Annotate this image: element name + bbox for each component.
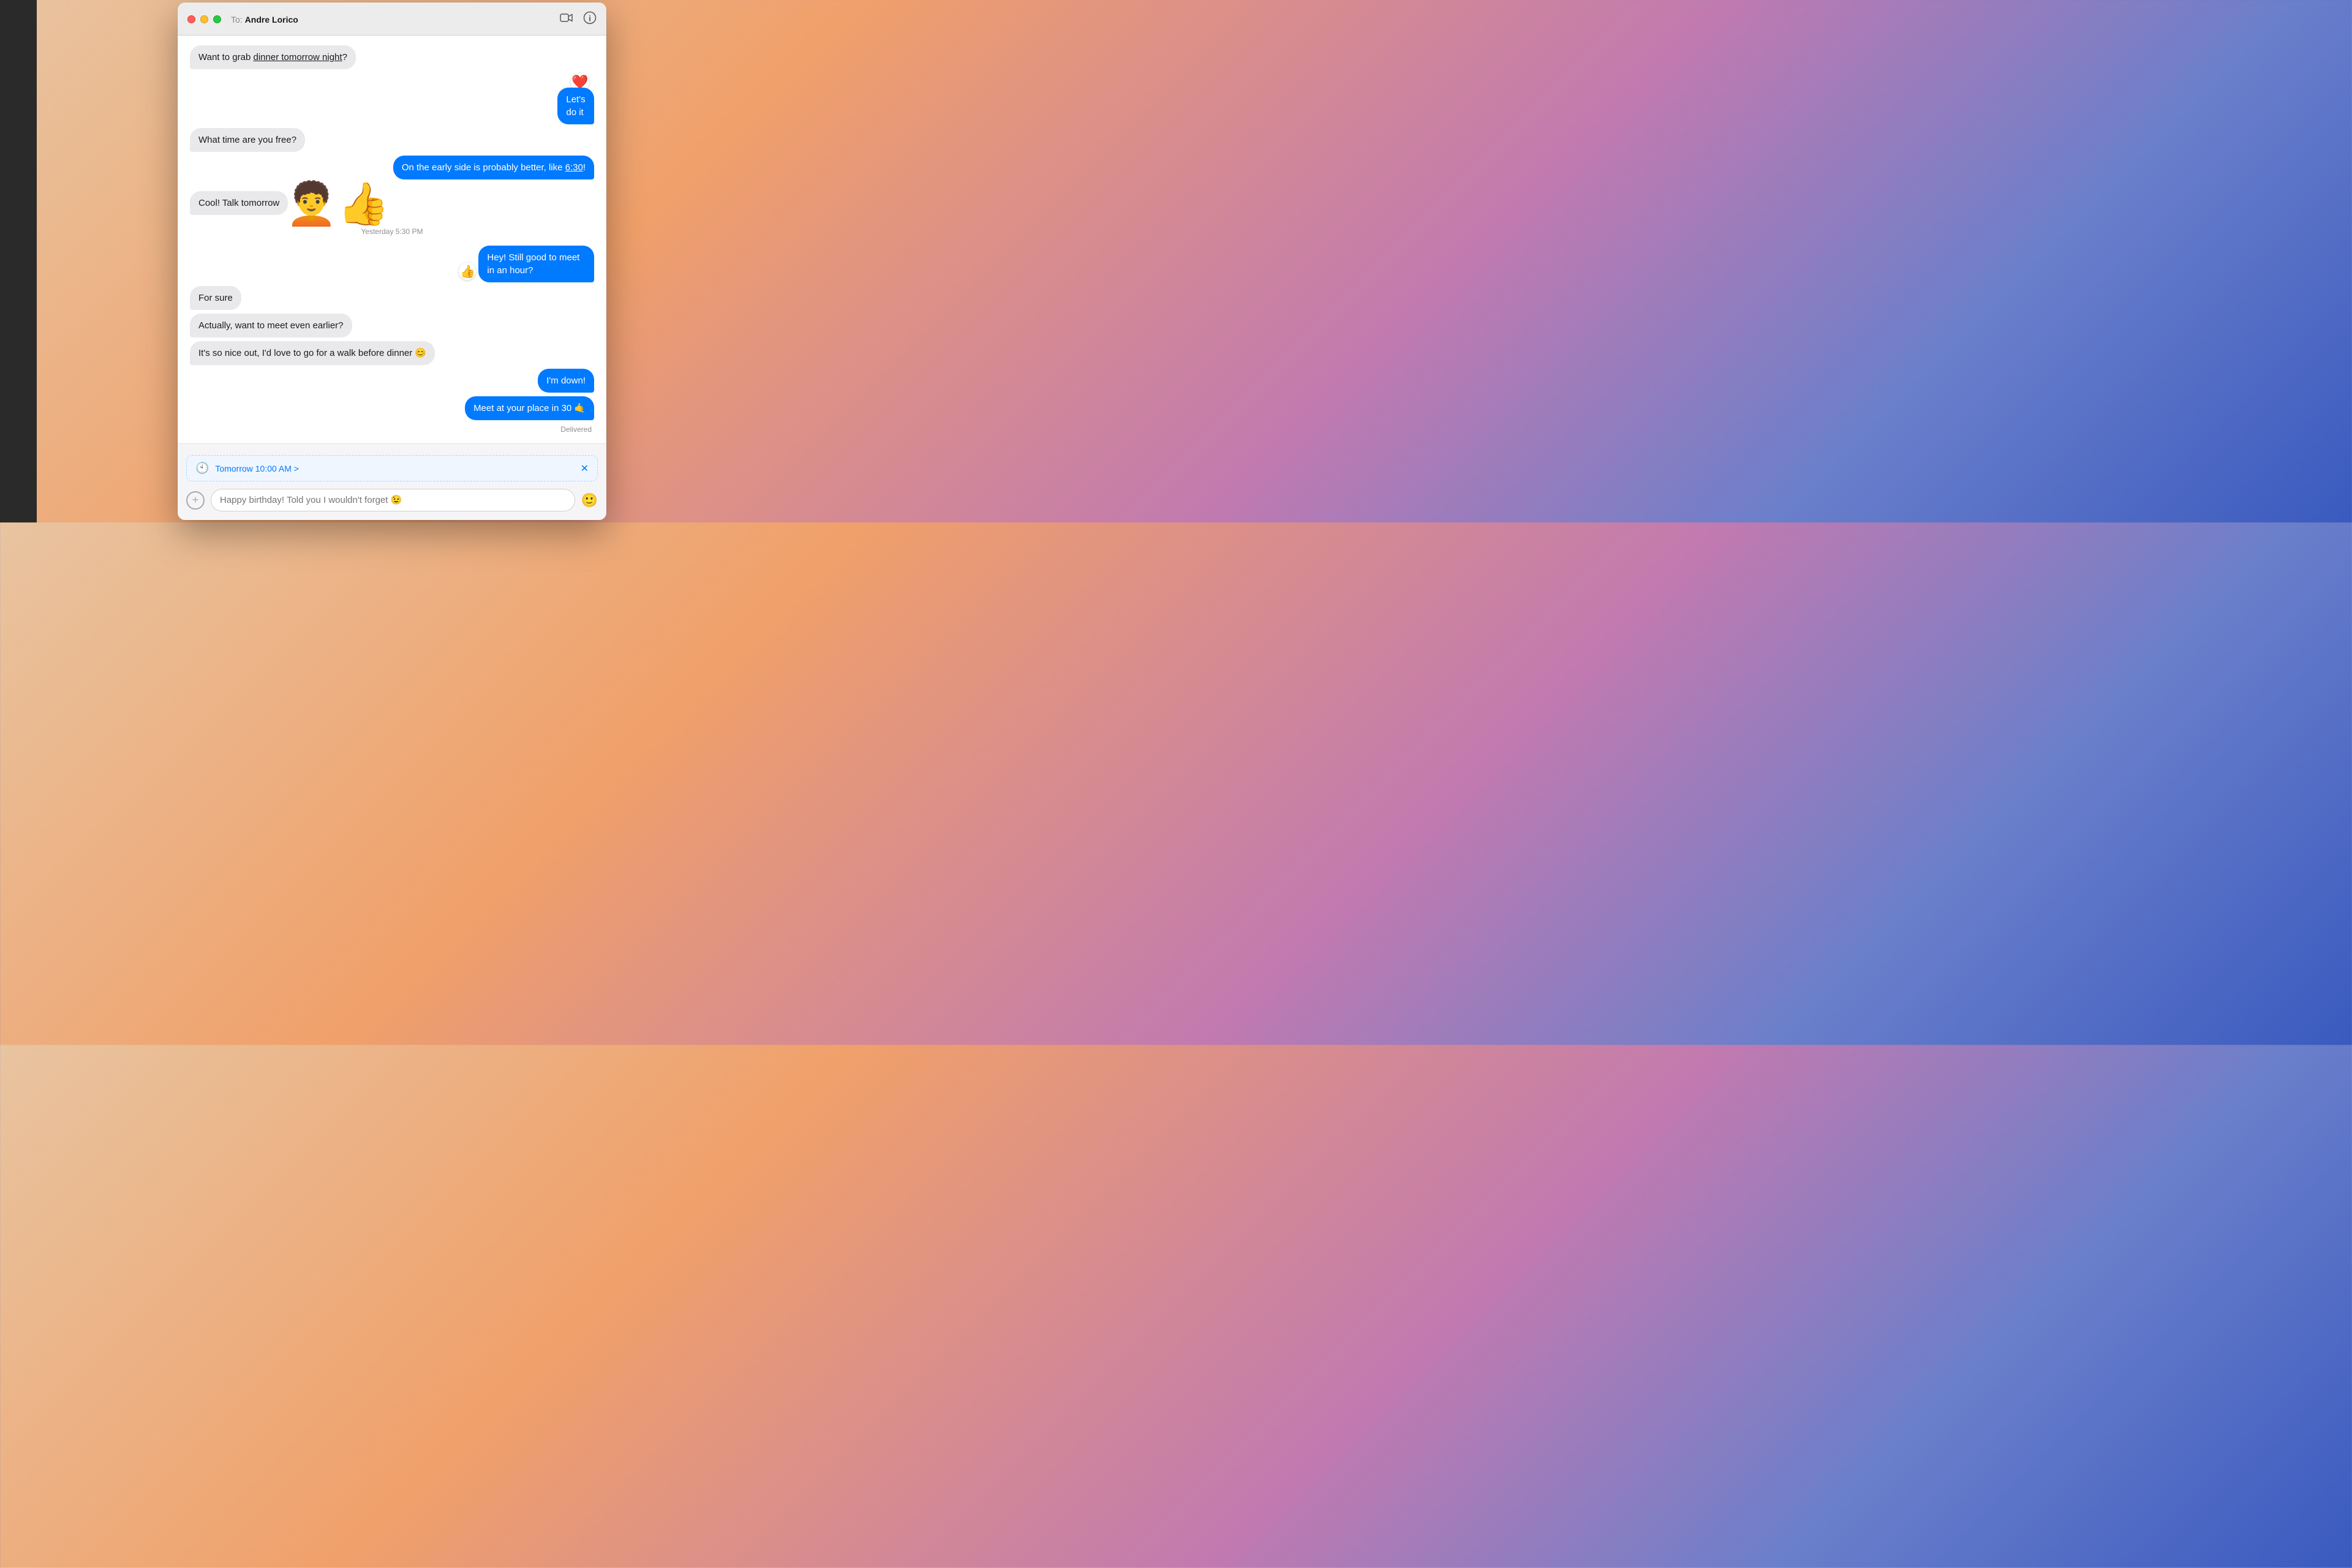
message-row: Let's do it <box>538 88 594 124</box>
message-row: Meet at your place in 30 🤙 <box>190 396 594 420</box>
message-row: Want to grab dinner tomorrow night? <box>190 45 594 69</box>
bubble-incoming: What time are you free? <box>190 128 305 152</box>
facetime-icon[interactable] <box>560 13 573 26</box>
message-row: Actually, want to meet even earlier? <box>190 314 594 337</box>
scheduled-close-button[interactable]: ✕ <box>581 462 589 475</box>
bubble-outgoing: I'm down! <box>538 369 594 393</box>
contact-name: Andre Lorico <box>245 15 298 24</box>
bubble-incoming: Actually, want to meet even earlier? <box>190 314 352 337</box>
message-input[interactable] <box>211 489 575 511</box>
thumbsup-tapback: 👍 <box>459 263 476 280</box>
bubble-outgoing: Hey! Still good to meet in an hour? <box>478 246 594 282</box>
info-icon[interactable] <box>583 11 597 28</box>
link-dinner[interactable]: dinner tomorrow night <box>254 52 342 62</box>
to-label: To: <box>231 15 243 24</box>
input-row: + 🙂 <box>186 489 598 511</box>
traffic-lights <box>187 15 221 23</box>
message-row: What time are you free? <box>190 128 594 152</box>
emoji-button[interactable]: 🙂 <box>581 492 598 508</box>
close-button[interactable] <box>187 15 195 23</box>
bubble-outgoing: Let's do it <box>557 88 594 124</box>
maximize-button[interactable] <box>213 15 221 23</box>
bubble-incoming: For sure <box>190 286 241 310</box>
timestamp-divider: Yesterday 5:30 PM <box>190 227 594 236</box>
delivered-status: Delivered <box>190 425 594 434</box>
scheduled-banner[interactable]: 🕙 Tomorrow 10:00 AM > ✕ <box>186 455 598 481</box>
titlebar: To: Andre Lorico <box>178 2 606 36</box>
messages-area: Want to grab dinner tomorrow night? ❤️ L… <box>178 36 606 443</box>
bubble-meet-at-your-place: Meet at your place in 30 🤙 <box>465 396 594 420</box>
scheduled-label: Tomorrow 10:00 AM > <box>215 464 299 473</box>
minimize-button[interactable] <box>200 15 208 23</box>
clock-icon: 🕙 <box>195 462 209 475</box>
link-630[interactable]: 6:30 <box>565 162 583 173</box>
titlebar-actions <box>560 11 597 28</box>
bubble-incoming: It's so nice out, I'd love to go for a w… <box>190 341 435 365</box>
message-row: On the early side is probably better, li… <box>190 156 594 179</box>
message-row: It's so nice out, I'd love to go for a w… <box>190 341 594 365</box>
message-row: I'm down! <box>190 369 594 393</box>
messages-window: To: Andre Lorico Want to grab dinner tom… <box>178 2 606 520</box>
input-area: 🕙 Tomorrow 10:00 AM > ✕ + 🙂 <box>178 443 606 520</box>
bubble-incoming: Want to grab dinner tomorrow night? <box>190 45 356 69</box>
scheduled-left: 🕙 Tomorrow 10:00 AM > <box>195 462 299 475</box>
add-button[interactable]: + <box>186 491 205 510</box>
message-row: For sure <box>190 286 594 310</box>
bubble-incoming: Cool! Talk tomorrow <box>190 191 288 215</box>
bubble-outgoing: On the early side is probably better, li… <box>393 156 594 179</box>
bezel-left <box>0 0 37 522</box>
memoji-sticker: 🧑‍🦱👍 <box>285 183 389 225</box>
